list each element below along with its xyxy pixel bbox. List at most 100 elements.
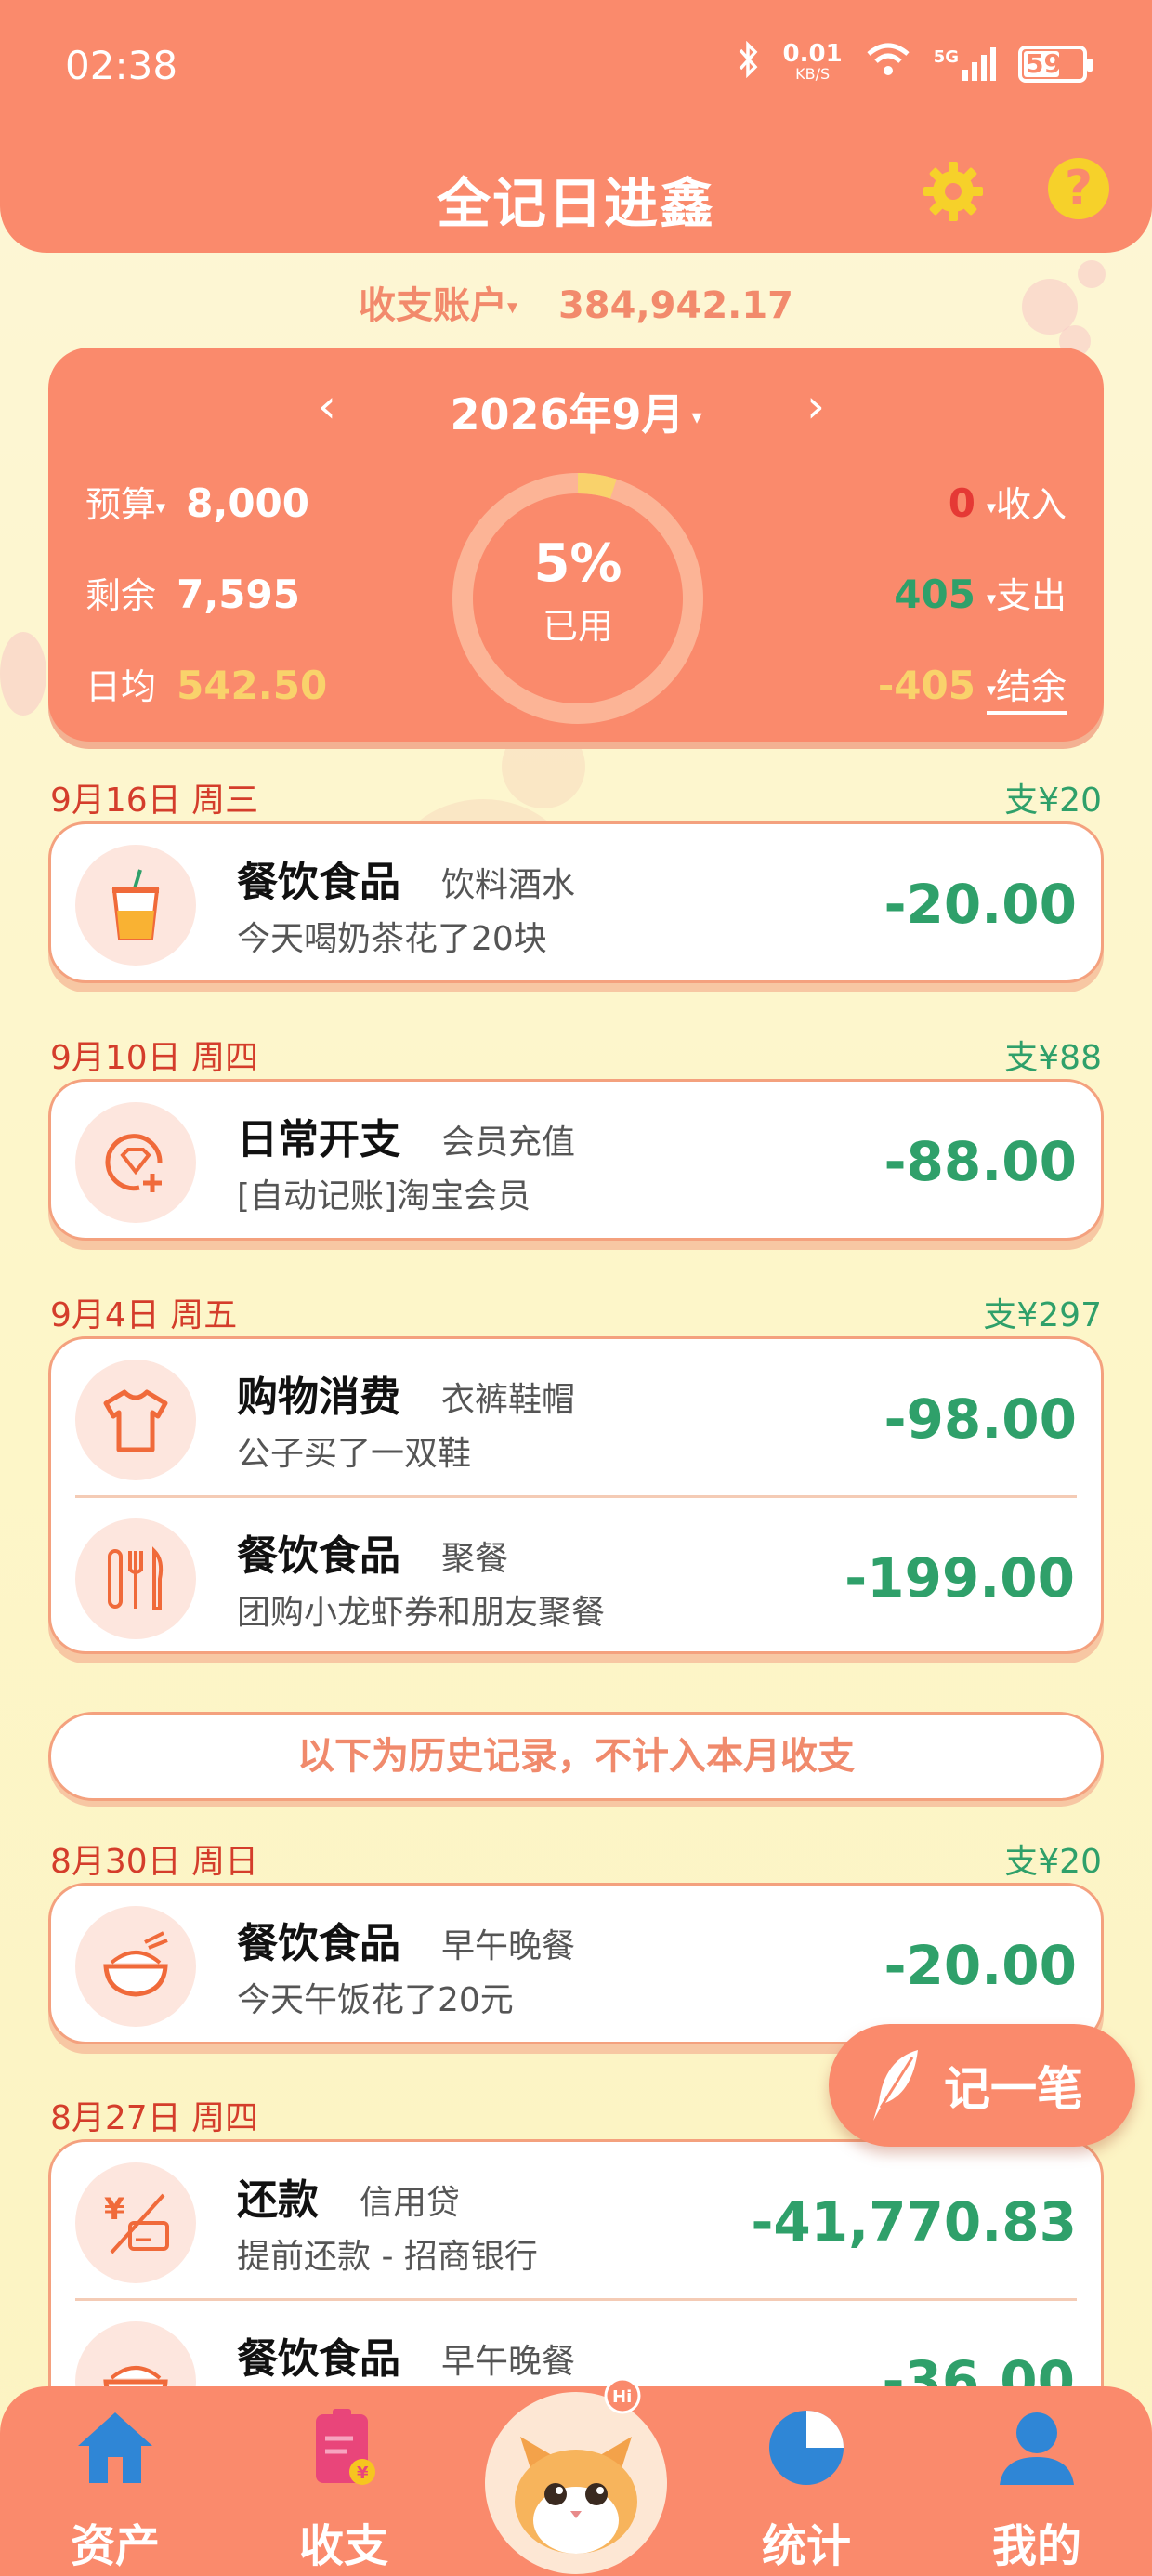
transaction-card: 日常开支 会员充值 [自动记账]淘宝会员 -88.00: [48, 1079, 1104, 1241]
transaction-row[interactable]: ¥ 还款 信用贷 提前还款 - 招商银行 -41,770.83: [51, 2142, 1101, 2298]
transaction-amount: -20.00: [884, 1934, 1077, 1997]
home-icon: [78, 2412, 152, 2483]
caret-down-icon: ▾: [506, 296, 518, 320]
date-header: 9月16日 周三 支¥20: [50, 773, 1102, 821]
used-label: 已用: [542, 606, 613, 647]
ledger-icon: ¥: [316, 2409, 375, 2485]
transaction-row[interactable]: 餐饮食品 饮料酒水 今天喝奶茶花了20块 -20.00: [51, 824, 1101, 980]
transaction-amount: -20.00: [884, 873, 1077, 936]
transaction-row[interactable]: 日常开支 会员充值 [自动记账]淘宝会员 -88.00: [51, 1082, 1101, 1238]
caret-down-icon: ▾: [986, 586, 996, 610]
app-header: 02:38 0.01 KB/S 5G 59 全记日进鑫 ?: [0, 0, 1152, 253]
help-icon[interactable]: ?: [1048, 158, 1109, 219]
subcategory-label: 聚餐: [441, 1540, 509, 1578]
caret-down-icon: ▾: [986, 677, 996, 701]
day-total: 支¥20: [1004, 782, 1102, 820]
subcategory-label: 饮料酒水: [441, 866, 576, 904]
used-percent: 5%: [533, 533, 622, 594]
nav-records-label: 收支: [298, 2520, 388, 2572]
date-label: 9月10日 周四: [50, 1039, 259, 1077]
account-label: 收支账户: [358, 284, 507, 327]
nav-assets-label: 资产: [70, 2520, 160, 2572]
day-total: 支¥297: [983, 1296, 1102, 1334]
daily-value: 542.50: [177, 663, 328, 708]
category-label: 还款 信用贷: [237, 2176, 461, 2224]
category-label: 餐饮食品 饮料酒水: [237, 859, 576, 906]
date-header: 8月30日 周日 支¥20: [50, 1834, 1102, 1883]
balance-row[interactable]: -405 ▾结余: [877, 658, 1067, 715]
date-label: 8月27日 周四: [50, 2099, 259, 2137]
next-month-button[interactable]: ›: [806, 379, 825, 433]
transaction-note: 提前还款 - 招商银行: [237, 2238, 538, 2276]
expense-row[interactable]: 405 ▾支出: [894, 567, 1067, 618]
user-icon: [1000, 2412, 1074, 2485]
account-balance: 384,942.17: [557, 284, 794, 327]
transaction-card: 购物消费 衣裤鞋帽 公子买了一双鞋 -98.00 餐饮食品 聚餐 团购小龙虾券和朋友…: [48, 1336, 1104, 1654]
category-label: 餐饮食品 早午晚餐: [237, 1920, 576, 1967]
wifi-icon: [865, 41, 911, 86]
pie-chart-icon: [769, 2411, 844, 2485]
status-time: 02:38: [65, 43, 178, 88]
nav-mine-label: 我的: [991, 2520, 1081, 2572]
svg-text:¥: ¥: [357, 2464, 369, 2483]
paw-decoration: [0, 632, 46, 716]
remaining-label: 剩余: [85, 575, 157, 616]
transaction-card: 餐饮食品 早午晚餐 今天午饭花了20元 -20.00: [48, 1883, 1104, 2044]
transaction-note: [自动记账]淘宝会员: [237, 1177, 531, 1216]
subcategory-label: 会员充值: [441, 1124, 576, 1162]
day-total: 支¥20: [1004, 1843, 1102, 1881]
nav-stats[interactable]: 统计: [732, 2405, 881, 2574]
date-label: 9月16日 周三: [50, 782, 259, 820]
gear-icon[interactable]: [920, 158, 994, 232]
caret-down-icon: ▾: [156, 495, 166, 519]
date-header: 9月10日 周四 支¥88: [50, 1031, 1102, 1079]
nav-records[interactable]: ¥ 收支: [269, 2405, 418, 2574]
budget-row[interactable]: 预算▾ 8,000: [85, 476, 309, 527]
cell-signal-icon: 5G: [934, 46, 996, 81]
daily-average-row: 日均 542.50: [85, 658, 327, 709]
cat-mascot-icon[interactable]: Hi: [483, 2372, 669, 2576]
budget-label: 预算: [85, 484, 157, 525]
month-label: 2026年9月: [450, 389, 685, 440]
date-label: 8月30日 周日: [50, 1843, 259, 1881]
transaction-row[interactable]: 餐饮食品 聚餐 团购小龙虾券和朋友聚餐 -199.00: [75, 1495, 1077, 1651]
repayment-icon: ¥: [75, 2162, 196, 2283]
transaction-card: 餐饮食品 饮料酒水 今天喝奶茶花了20块 -20.00: [48, 821, 1104, 983]
income-label: 收入: [995, 484, 1067, 525]
vip-recharge-icon: [75, 1102, 196, 1223]
transaction-amount: -41,770.83: [751, 2190, 1077, 2254]
usage-readout: 5% 已用: [448, 533, 708, 649]
mascot-badge: Hi: [612, 2387, 632, 2407]
budget-value: 8,000: [186, 480, 310, 526]
add-record-button[interactable]: 记一笔: [829, 2024, 1135, 2147]
day-total: 支¥88: [1004, 1039, 1102, 1077]
category-label: 餐饮食品 聚餐: [237, 1532, 509, 1580]
transaction-note: 今天午饭花了20元: [237, 1981, 514, 2019]
date-label: 9月4日 周五: [50, 1296, 238, 1334]
feather-pen-icon: [873, 2050, 918, 2121]
income-value: 0: [948, 480, 975, 526]
income-row[interactable]: 0 ▾收入: [949, 476, 1067, 527]
cutlery-icon: [75, 1518, 196, 1639]
month-selector[interactable]: 2026年9月 ▾: [48, 381, 1104, 442]
category-label: 购物消费 衣裤鞋帽: [237, 1373, 576, 1421]
daily-label: 日均: [85, 666, 157, 707]
transaction-row[interactable]: 餐饮食品 早午晚餐 今天午饭花了20元 -20.00: [51, 1886, 1101, 2042]
network-speed: 0.01 KB/S: [782, 39, 843, 83]
expense-value: 405: [894, 572, 975, 617]
tshirt-icon: [75, 1360, 196, 1480]
rice-bowl-icon: [75, 1906, 196, 2027]
account-selector[interactable]: 收支账户▾ 384,942.17: [0, 275, 1152, 329]
subcategory-label: 早午晚餐: [441, 1927, 576, 1965]
transaction-row[interactable]: 购物消费 衣裤鞋帽 公子买了一双鞋 -98.00: [51, 1339, 1101, 1495]
expense-label: 支出: [995, 575, 1067, 616]
transaction-note: 团购小龙虾券和朋友聚餐: [237, 1594, 606, 1632]
subcategory-label: 衣裤鞋帽: [441, 1381, 576, 1419]
remaining-row: 剩余 7,595: [85, 567, 300, 618]
balance-value: -405: [877, 663, 975, 708]
caret-down-icon: ▾: [986, 495, 996, 519]
nav-assets[interactable]: 资产: [41, 2405, 190, 2574]
add-record-label: 记一笔: [944, 2062, 1083, 2116]
nav-mine[interactable]: 我的: [962, 2405, 1111, 2574]
svg-text:¥: ¥: [104, 2191, 124, 2227]
